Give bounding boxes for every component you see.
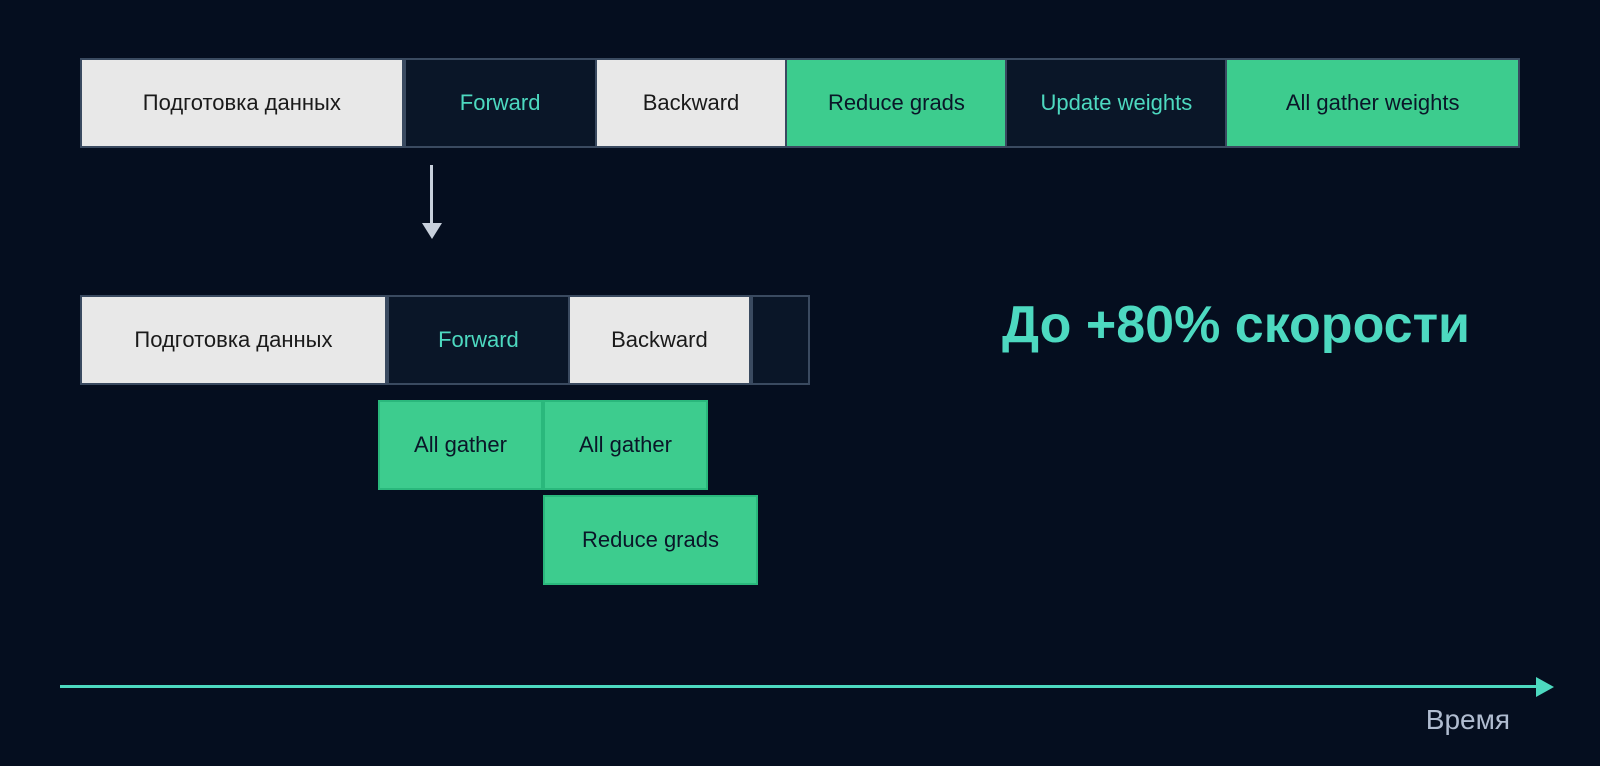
timeline-row-1: Подготовка данных Forward Backward Reduc… xyxy=(80,58,1520,148)
block-dark-filler xyxy=(751,297,808,383)
block-backward-2: Backward xyxy=(570,297,751,383)
overlap-container: All gather All gather Reduce grads xyxy=(378,400,758,585)
overlap-row-1: All gather All gather xyxy=(378,400,758,490)
block-forward-1: Forward xyxy=(404,60,597,146)
block-data-prep-1: Подготовка данных xyxy=(82,60,404,146)
block-data-prep-2: Подготовка данных xyxy=(82,297,387,383)
timeline-arrow xyxy=(60,685,1540,688)
block-backward-1: Backward xyxy=(597,60,788,146)
block-all-gather-weights-1: All gather weights xyxy=(1227,60,1518,146)
block-all-gather-1: All gather xyxy=(378,400,543,490)
overlap-row-2: Reduce grads xyxy=(543,495,758,585)
main-container: Подготовка данных Forward Backward Reduc… xyxy=(0,0,1600,766)
down-arrow xyxy=(430,165,433,225)
time-label: Время xyxy=(1426,704,1510,736)
speed-text: До +80% скорости xyxy=(1002,295,1470,355)
block-all-gather-2: All gather xyxy=(543,400,708,490)
block-reduce-grads-1: Reduce grads xyxy=(787,60,1007,146)
block-forward-2: Forward xyxy=(387,297,570,383)
block-update-weights-1: Update weights xyxy=(1007,60,1227,146)
block-reduce-grads-overlap: Reduce grads xyxy=(543,495,758,585)
timeline-row-2: Подготовка данных Forward Backward xyxy=(80,295,810,385)
